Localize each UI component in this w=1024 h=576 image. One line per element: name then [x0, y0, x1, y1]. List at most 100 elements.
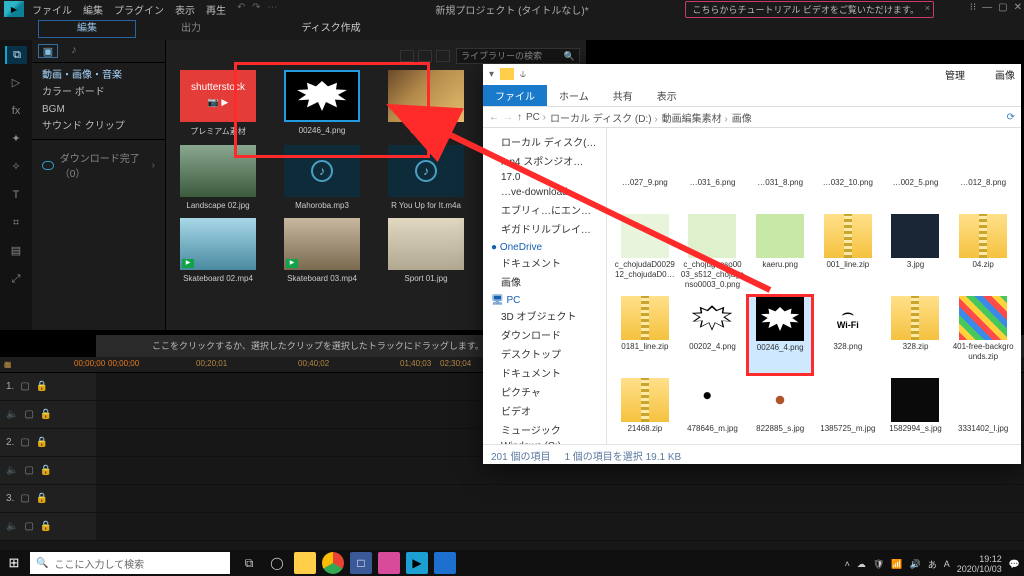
- lib-cat-soundclip[interactable]: サウンド クリップ: [42, 118, 155, 135]
- file-item[interactable]: 3.jpg: [884, 214, 948, 292]
- tool-overlay-icon[interactable]: ✦: [5, 130, 27, 148]
- explorer-navpane[interactable]: ローカル ディスク(…mp4 スポンジオ…17.0…ve-download…エブ…: [483, 128, 607, 444]
- start-button[interactable]: ⊞: [0, 550, 28, 576]
- tray-shield-icon[interactable]: 🛡: [873, 559, 884, 570]
- tray-clock[interactable]: 19:12 2020/10/03: [957, 554, 1002, 574]
- lib-tab-media-icon[interactable]: ▣: [38, 44, 58, 58]
- nav-item[interactable]: ● OneDrive: [485, 242, 604, 253]
- app3-icon[interactable]: [434, 552, 456, 574]
- nav-up-icon[interactable]: ↑: [517, 112, 522, 123]
- download-status[interactable]: ダウンロード完了（0） ›: [32, 139, 165, 190]
- tool-media-icon[interactable]: ⧉: [5, 46, 27, 64]
- nav-item[interactable]: 17.0: [485, 170, 604, 185]
- media-thumb[interactable]: ▶Skateboard 02.mp4: [172, 218, 264, 283]
- path-seg-folder2[interactable]: 画像: [732, 110, 752, 125]
- file-item[interactable]: …031_8.png: [748, 132, 812, 210]
- explorer-titlebar[interactable]: ▾ ⫝ 管理 画像: [483, 64, 1021, 84]
- track-header[interactable]: 🔈▢🔒: [0, 401, 96, 428]
- menu-view[interactable]: 表示: [175, 2, 195, 17]
- file-item[interactable]: …012_8.png: [951, 132, 1015, 210]
- close-icon[interactable]: ✕: [1014, 2, 1022, 13]
- nav-item[interactable]: ローカル ディスク(…: [485, 132, 604, 151]
- media-thumb[interactable]: ▶Skateboard 03.mp4: [276, 218, 368, 283]
- file-item[interactable]: 00202_4.png: [681, 296, 745, 374]
- lib-cat-bgm[interactable]: BGM: [42, 101, 155, 118]
- file-item[interactable]: 21468.zip: [613, 378, 677, 444]
- lib-cat-media[interactable]: 動画・画像・音楽: [42, 67, 155, 84]
- maximize-icon[interactable]: ▢: [998, 2, 1007, 13]
- library-search-input[interactable]: ライブラリーの検索: [456, 48, 580, 64]
- nav-item[interactable]: ビデオ: [485, 401, 604, 420]
- file-item[interactable]: …031_6.png: [681, 132, 745, 210]
- file-item[interactable]: kaeru.png: [748, 214, 812, 292]
- tool-subtitle-icon[interactable]: ⤢: [5, 270, 27, 288]
- nav-item[interactable]: mp4 スポンジオ…: [485, 151, 604, 170]
- nav-item[interactable]: ドキュメント: [485, 363, 604, 382]
- nav-item[interactable]: エブリィ…にエン…: [485, 200, 604, 219]
- file-item[interactable]: …032_10.png: [816, 132, 880, 210]
- lib-tab-audio-icon[interactable]: ♪: [64, 44, 84, 58]
- nav-item[interactable]: 🖥 PC: [485, 295, 604, 306]
- tool-audio-icon[interactable]: ▤: [5, 242, 27, 260]
- file-item[interactable]: 1385725_m.jpg: [816, 378, 880, 444]
- file-item[interactable]: ⌢Wi-Fi328.png: [816, 296, 880, 374]
- tray-up-icon[interactable]: ˄: [845, 559, 850, 569]
- tool-particle-icon[interactable]: ✧: [5, 158, 27, 176]
- menu-more-icon[interactable]: ↶ ↷ ⋯: [237, 2, 279, 17]
- mode-edit-button[interactable]: 編集: [38, 20, 136, 38]
- path-seg-drive[interactable]: ローカル ディスク (D:): [550, 110, 658, 125]
- mode-output-button[interactable]: 出力: [142, 18, 240, 40]
- file-item[interactable]: 822885_s.jpg: [748, 378, 812, 444]
- cortana-icon[interactable]: ◯: [266, 552, 288, 574]
- file-item[interactable]: 00246_4.png: [748, 296, 812, 374]
- menu-edit[interactable]: 編集: [83, 2, 103, 17]
- media-view-toggle[interactable]: [400, 50, 450, 62]
- file-item[interactable]: 328.zip: [884, 296, 948, 374]
- nav-item[interactable]: ギガドリルブレイク…: [485, 219, 604, 238]
- file-item[interactable]: 0181_line.zip: [613, 296, 677, 374]
- taskbar-search-input[interactable]: 🔍 ここに入力して検索: [30, 552, 230, 574]
- nav-back-icon[interactable]: ←: [489, 112, 499, 123]
- track-header[interactable]: 3. ▢🔒: [0, 485, 96, 512]
- nav-item[interactable]: ミュージック: [485, 420, 604, 439]
- file-item[interactable]: 478646_m.jpg: [681, 378, 745, 444]
- tool-title-icon[interactable]: T: [5, 186, 27, 204]
- tool-transition-icon[interactable]: ▷: [5, 74, 27, 92]
- timeline-snap-icon[interactable]: ⫛: [4, 360, 9, 370]
- tray-ime2-icon[interactable]: A: [944, 559, 950, 569]
- nav-item[interactable]: ピクチャ: [485, 382, 604, 401]
- path-seg-folder1[interactable]: 動画編集素材: [662, 110, 728, 125]
- tray-volume-icon[interactable]: 🔊: [909, 559, 920, 570]
- ribbon-share-tab[interactable]: 共有: [601, 85, 645, 106]
- explorer-addressbar[interactable]: ← → ↑ PC ローカル ディスク (D:) 動画編集素材 画像 ⟳: [483, 106, 1021, 128]
- explorer-icon[interactable]: [294, 552, 316, 574]
- app1-icon[interactable]: □: [350, 552, 372, 574]
- tray-wifi-icon[interactable]: 📶: [891, 559, 902, 570]
- timeline-track[interactable]: 3. ▢🔒: [0, 485, 1024, 513]
- file-item[interactable]: c_chojudaD0029 12_chojudaD0…: [613, 214, 677, 292]
- file-item[interactable]: 1582994_s.jpg: [884, 378, 948, 444]
- nav-item[interactable]: ダウンロード: [485, 325, 604, 344]
- file-item[interactable]: …002_5.png: [884, 132, 948, 210]
- taskview-icon[interactable]: ⧉: [238, 552, 260, 574]
- media-thumb[interactable]: Sport 01.jpg: [380, 218, 472, 283]
- explorer-pin-icon[interactable]: ⫝: [520, 69, 526, 80]
- explorer-window[interactable]: ▾ ⫝ 管理 画像 ファイル ホーム 共有 表示 ピクチャ ツール ← → ↑ …: [483, 64, 1021, 464]
- ribbon-file-tab[interactable]: ファイル: [483, 85, 547, 106]
- track-header[interactable]: 2. ▢🔒: [0, 429, 96, 456]
- nav-item[interactable]: ドキュメント: [485, 253, 604, 272]
- lib-cat-colorboard[interactable]: カラー ボード: [42, 84, 155, 101]
- menu-play[interactable]: 再生: [206, 2, 226, 17]
- nav-item[interactable]: Windows (C:): [485, 439, 604, 444]
- tray-cloud-icon[interactable]: ☁: [857, 559, 866, 570]
- tray-notification-icon[interactable]: 💬: [1009, 559, 1020, 570]
- nav-item[interactable]: 画像: [485, 272, 604, 291]
- menu-plugin[interactable]: プラグイン: [114, 2, 164, 17]
- nav-item[interactable]: デスクトップ: [485, 344, 604, 363]
- tutorial-banner[interactable]: こちらからチュートリアル ビデオをご覧いただけます。: [685, 1, 934, 18]
- track-header[interactable]: 🔈▢🔒: [0, 457, 96, 484]
- file-item[interactable]: …027_9.png: [613, 132, 677, 210]
- ribbon-home-tab[interactable]: ホーム: [547, 85, 601, 106]
- menu-file[interactable]: ファイル: [32, 2, 72, 17]
- settings-icon[interactable]: ⁝⁝: [970, 2, 976, 13]
